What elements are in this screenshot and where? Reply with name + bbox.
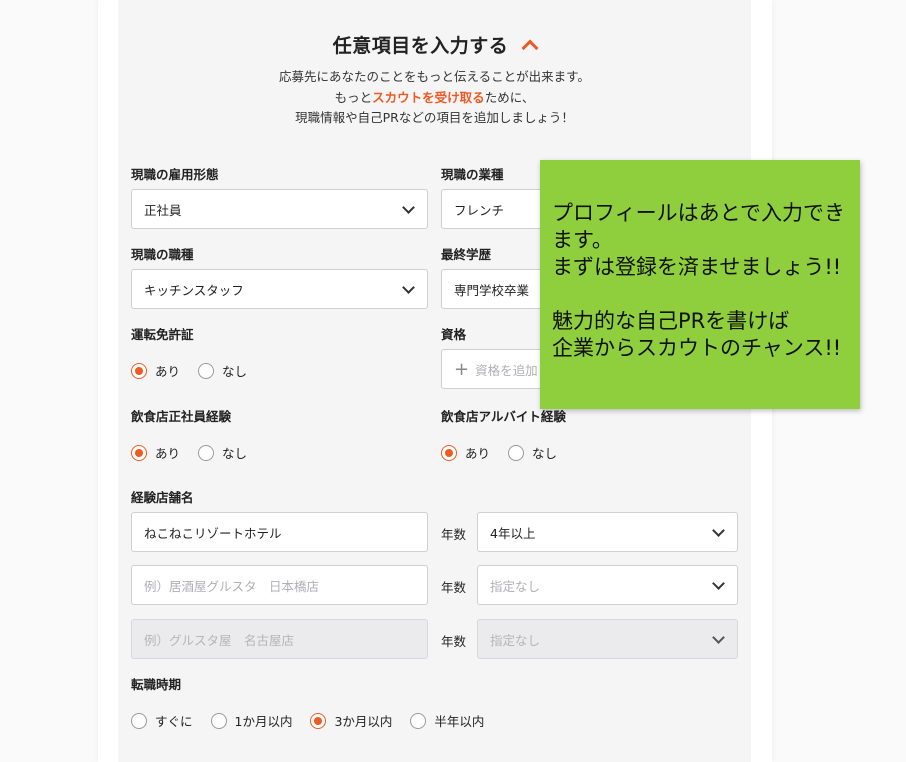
change-timing-label: 転職時期 — [131, 677, 182, 692]
years-label: 年数 — [441, 527, 467, 542]
radio-label: なし — [532, 446, 558, 461]
store-name-input-1[interactable]: ねこねこリゾートホテル — [131, 512, 428, 552]
job-type-value: キッチンスタッフ — [144, 282, 244, 298]
change-timing-option-immediately[interactable]: すぐに — [131, 711, 193, 730]
education-value: 専門学校卒業 — [454, 282, 530, 298]
store-name-placeholder: 例）居酒屋グルスタ 日本橋店 — [144, 578, 320, 594]
radio-selected-icon[interactable] — [310, 712, 327, 729]
tip-line: まずは登録を済ませましょう!! — [552, 255, 842, 279]
restaurant-fulltime-option-no[interactable]: なし — [198, 443, 247, 462]
add-qualification-label: 資格を追加 — [475, 362, 538, 378]
scout-highlight: スカウトを受け取る — [372, 90, 485, 105]
change-timing-option-3months[interactable]: 3か月以内 — [310, 711, 392, 730]
radio-icon[interactable] — [210, 712, 227, 729]
change-timing-option-6months[interactable]: 半年以内 — [410, 711, 484, 730]
change-timing-option-1month[interactable]: 1か月以内 — [210, 711, 293, 730]
section-title: 任意項目を入力する — [332, 34, 509, 57]
change-timing-radio-group: すぐに 1か月以内 3か月以内 半年以内 — [131, 711, 502, 730]
radio-label: 3か月以内 — [334, 714, 393, 729]
profile-tip-overlay: プロフィールはあとで入力でき ます。 まずは登録を済ませましょう!! 魅力的な自… — [540, 160, 860, 409]
radio-label: 1か月以内 — [234, 714, 293, 729]
industry-value: フレンチ — [454, 202, 505, 218]
store-name-input-2[interactable]: 例）居酒屋グルスタ 日本橋店 — [131, 565, 428, 605]
license-option-yes[interactable]: あり — [131, 361, 180, 380]
tip-spacer — [552, 281, 860, 308]
years-select-3: 指定なし — [477, 619, 738, 659]
years-value: 指定なし — [490, 578, 541, 594]
license-label: 運転免許証 — [131, 327, 194, 342]
store-name-value: ねこねこリゾートホテル — [144, 525, 282, 541]
radio-icon[interactable] — [198, 444, 215, 461]
years-value: 指定なし — [490, 632, 541, 648]
radio-label: なし — [222, 446, 248, 461]
section-description-line3: 現職情報や自己PRなどの項目を追加しましょう！ — [295, 110, 574, 125]
radio-icon[interactable] — [410, 712, 427, 729]
restaurant-fulltime-radio-group: あり なし — [131, 443, 265, 462]
chevron-down-icon — [712, 577, 725, 590]
years-select-2[interactable]: 指定なし — [477, 565, 738, 605]
store-names-label: 経験店舗名 — [131, 490, 194, 505]
qualification-label: 資格 — [441, 327, 467, 342]
radio-icon[interactable] — [508, 444, 525, 461]
desc-text: ために、 — [484, 90, 535, 105]
restaurant-parttime-option-yes[interactable]: あり — [441, 443, 490, 462]
restaurant-fulltime-option-yes[interactable]: あり — [131, 443, 180, 462]
desc-text: もっと — [334, 90, 373, 105]
radio-icon[interactable] — [198, 362, 215, 379]
radio-selected-icon[interactable] — [131, 444, 147, 461]
radio-icon[interactable] — [131, 712, 147, 729]
years-label: 年数 — [441, 580, 467, 595]
radio-selected-icon[interactable] — [441, 444, 457, 461]
chevron-up-icon[interactable] — [521, 39, 539, 57]
chevron-down-icon — [402, 201, 415, 214]
years-label: 年数 — [441, 634, 467, 649]
job-type-select[interactable]: キッチンスタッフ — [131, 269, 428, 309]
years-value: 4年以上 — [490, 525, 536, 541]
radio-label: 半年以内 — [434, 714, 485, 729]
radio-label: あり — [465, 446, 491, 461]
restaurant-parttime-radio-group: あり なし — [441, 443, 575, 462]
restaurant-fulltime-label: 飲食店正社員経験 — [131, 409, 232, 424]
radio-label: あり — [155, 446, 181, 461]
chevron-down-icon — [712, 631, 725, 644]
restaurant-parttime-option-no[interactable]: なし — [508, 443, 557, 462]
tip-line: プロフィールはあとで入力でき — [552, 201, 845, 225]
employment-type-select[interactable]: 正社員 — [131, 189, 428, 229]
years-select-1[interactable]: 4年以上 — [477, 512, 738, 552]
radio-label: あり — [155, 364, 181, 379]
industry-label: 現職の業種 — [441, 167, 504, 182]
license-option-no[interactable]: なし — [198, 361, 247, 380]
section-description-line2: もっとスカウトを受け取るために、 — [118, 88, 751, 108]
section-header[interactable]: 任意項目を入力する — [118, 30, 751, 58]
chevron-down-icon — [402, 281, 415, 294]
radio-label: すぐに — [155, 714, 193, 729]
tip-line: ます。 — [552, 228, 613, 252]
tip-line: 企業からスカウトのチャンス!! — [552, 336, 842, 360]
job-type-label: 現職の職種 — [131, 247, 194, 262]
employment-type-value: 正社員 — [144, 202, 182, 218]
employment-type-label: 現職の雇用形態 — [131, 167, 219, 182]
store-name-placeholder: 例）グルスタ屋 名古屋店 — [144, 632, 295, 648]
radio-selected-icon[interactable] — [131, 362, 147, 379]
radio-label: なし — [222, 364, 248, 379]
education-label: 最終学歴 — [441, 247, 492, 262]
store-name-input-3: 例）グルスタ屋 名古屋店 — [131, 619, 428, 659]
license-radio-group: あり なし — [131, 361, 265, 380]
section-description-line1: 応募先にあなたのことをもっと伝えることが出来ます。 — [279, 69, 590, 84]
plus-icon: + — [454, 358, 470, 380]
tip-line: 魅力的な自己PRを書けば — [552, 309, 790, 333]
chevron-down-icon — [712, 524, 725, 537]
